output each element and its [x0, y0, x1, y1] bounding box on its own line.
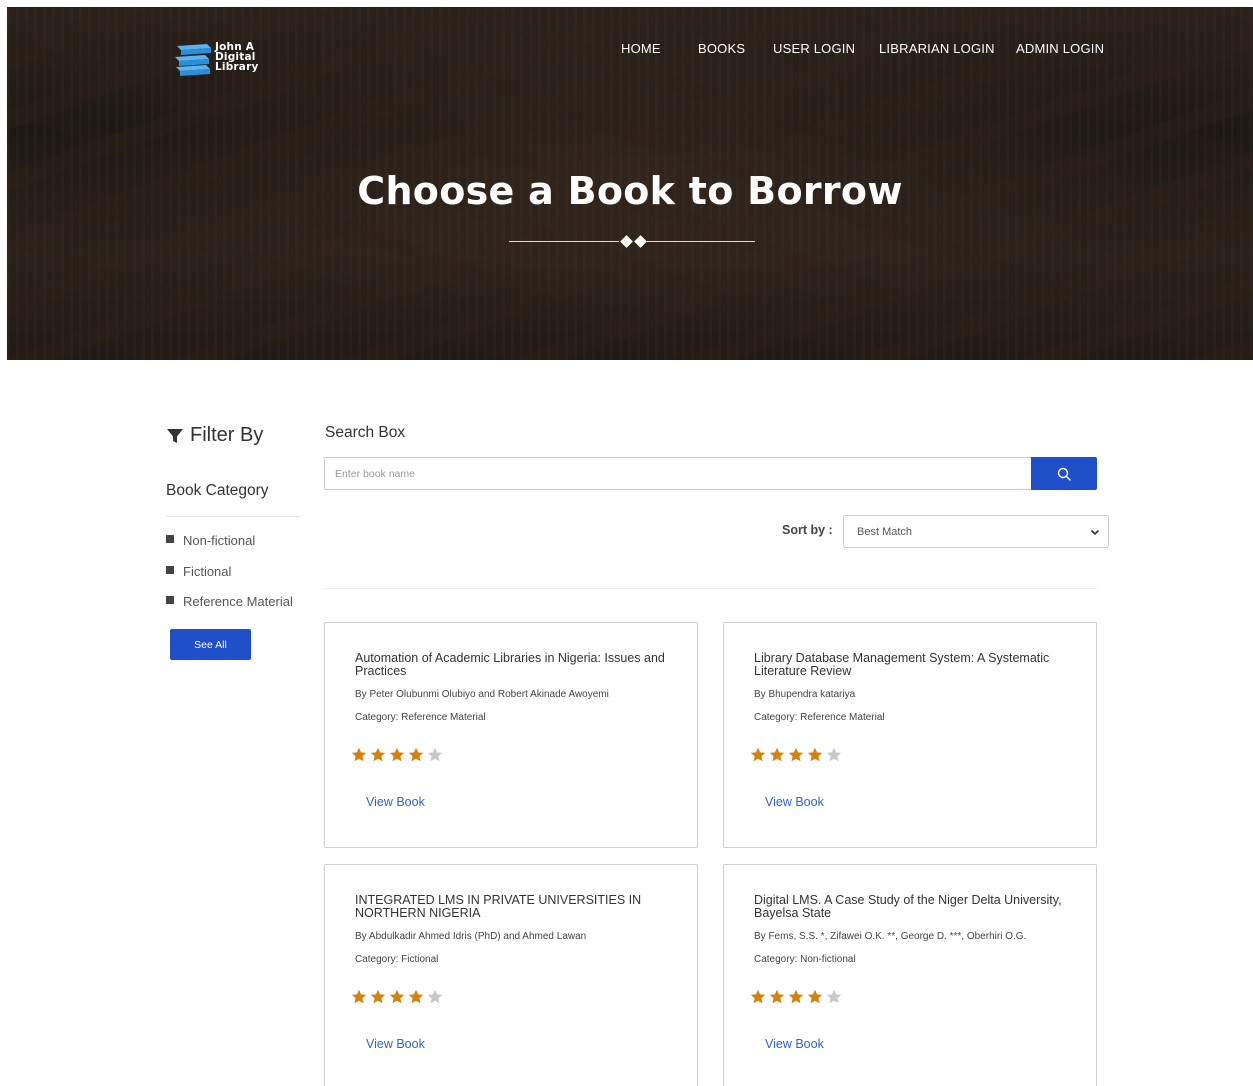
- filter-icon: [167, 428, 183, 443]
- star-filled-icon: [370, 989, 386, 1004]
- search-icon: [1057, 467, 1071, 481]
- nav-librarian-login[interactable]: LIBRARIAN LOGIN: [879, 41, 995, 56]
- star-filled-icon: [408, 747, 424, 762]
- category-item-fictional[interactable]: Fictional: [166, 564, 293, 595]
- star-filled-icon: [351, 989, 367, 1004]
- book-category: Category: Fictional: [355, 954, 439, 965]
- view-book-link[interactable]: View Book: [366, 1037, 425, 1051]
- book-card: INTEGRATED LMS IN PRIVATE UNIVERSITIES I…: [324, 864, 698, 1086]
- star-empty-icon: [826, 989, 842, 1004]
- book-title: Library Database Management System: A Sy…: [754, 651, 1050, 678]
- star-rating: [750, 747, 842, 763]
- star-rating: [351, 989, 443, 1005]
- category-divider: [166, 516, 300, 517]
- logo-text-line3: Library: [215, 61, 259, 73]
- star-filled-icon: [807, 989, 823, 1004]
- star-filled-icon: [807, 747, 823, 762]
- sort-label: Sort by :: [782, 523, 833, 537]
- view-book-link[interactable]: View Book: [366, 795, 425, 809]
- view-book-link[interactable]: View Book: [765, 1037, 824, 1051]
- nav-books[interactable]: BOOKS: [698, 41, 745, 56]
- star-empty-icon: [427, 747, 443, 762]
- book-title: INTEGRATED LMS IN PRIVATE UNIVERSITIES I…: [355, 893, 642, 920]
- book-author: By Fems, S.S. *, Zifawei O.K. **, George…: [754, 931, 1027, 942]
- filter-heading: Filter By: [166, 424, 263, 447]
- square-bullet-icon: [166, 565, 174, 574]
- book-card: Automation of Academic Libraries in Nige…: [324, 622, 698, 848]
- hero-banner: John A Digital Library HOME BOOKS USER L…: [7, 7, 1253, 360]
- star-empty-icon: [427, 989, 443, 1004]
- star-filled-icon: [788, 747, 804, 762]
- search-button[interactable]: [1031, 457, 1097, 490]
- book-card: Library Database Management System: A Sy…: [723, 622, 1097, 848]
- nav-user-login[interactable]: USER LOGIN: [773, 41, 855, 56]
- star-filled-icon: [351, 747, 367, 762]
- search-heading: Search Box: [325, 424, 406, 441]
- category-list: Non-fictional Fictional Reference Materi…: [166, 533, 293, 625]
- books-icon: [175, 44, 211, 76]
- book-title: Digital LMS. A Case Study of the Niger D…: [754, 893, 1062, 920]
- star-rating: [351, 747, 443, 763]
- book-category: Category: Reference Material: [754, 712, 885, 723]
- star-filled-icon: [389, 989, 405, 1004]
- category-item-non-fictional[interactable]: Non-fictional: [166, 533, 293, 564]
- square-bullet-icon: [166, 596, 174, 604]
- category-item-reference-material[interactable]: Reference Material: [166, 594, 293, 625]
- book-author: By Abdulkadir Ahmed Idris (PhD) and Ahme…: [355, 931, 587, 942]
- sort-selected-value: Best Match: [857, 525, 913, 538]
- star-empty-icon: [826, 747, 842, 762]
- view-book-link[interactable]: View Book: [765, 795, 824, 809]
- site-logo[interactable]: John A Digital Library: [173, 40, 283, 80]
- results-divider: [324, 588, 1097, 589]
- star-filled-icon: [389, 747, 405, 762]
- page-title: Choose a Book to Borrow: [357, 169, 903, 213]
- star-filled-icon: [370, 747, 386, 762]
- nav-admin-login[interactable]: ADMIN LOGIN: [1016, 41, 1104, 56]
- category-heading: Book Category: [166, 482, 269, 499]
- star-rating: [750, 989, 842, 1005]
- book-author: By Peter Olubunmi Olubiyo and Robert Aki…: [355, 689, 609, 700]
- title-divider: [509, 235, 755, 249]
- chevron-down-icon: [1090, 529, 1100, 536]
- star-filled-icon: [769, 989, 785, 1004]
- star-filled-icon: [769, 747, 785, 762]
- star-filled-icon: [750, 989, 766, 1004]
- book-category: Category: Non-fictional: [754, 954, 856, 965]
- sort-select[interactable]: Best Match: [843, 515, 1109, 548]
- search-bar: [324, 457, 1097, 490]
- nav-home[interactable]: HOME: [621, 41, 661, 56]
- star-filled-icon: [750, 747, 766, 762]
- square-bullet-icon: [166, 535, 174, 543]
- see-all-button[interactable]: See All: [170, 629, 251, 660]
- search-input[interactable]: [324, 457, 1031, 490]
- book-category: Category: Reference Material: [355, 712, 486, 723]
- book-title: Automation of Academic Libraries in Nige…: [355, 651, 665, 678]
- book-card: Digital LMS. A Case Study of the Niger D…: [723, 864, 1097, 1086]
- book-author: By Bhupendra katariya: [754, 689, 856, 700]
- star-filled-icon: [408, 989, 424, 1004]
- star-filled-icon: [788, 989, 804, 1004]
- filter-heading-label: Filter By: [190, 424, 264, 446]
